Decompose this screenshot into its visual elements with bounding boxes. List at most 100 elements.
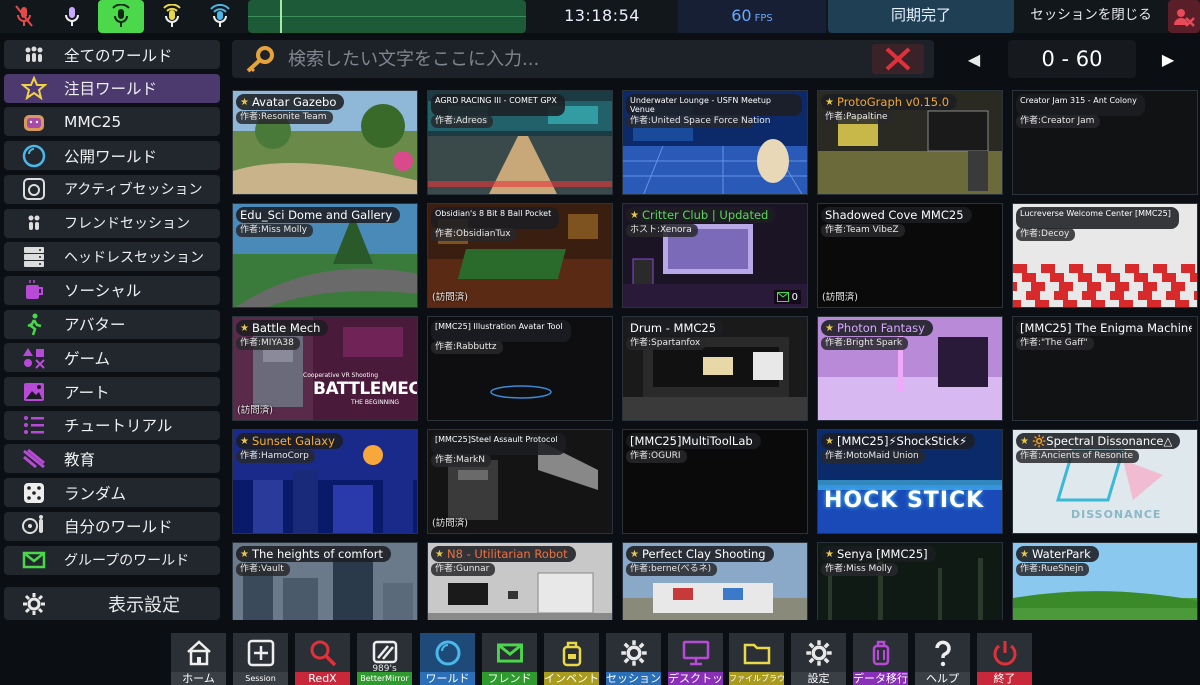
- world-tile[interactable]: [MMC25] The Enigma Machine 作者:"The Gaff": [1012, 316, 1198, 421]
- world-title: ★ 🔆Spectral Dissonance△: [1016, 433, 1181, 449]
- world-tile[interactable]: Lucreverse Welcome Center [MMC25] 作者:Deco…: [1012, 203, 1198, 308]
- sidebar-item-label: 全てのワールド: [64, 46, 173, 65]
- sidebar-item[interactable]: アート: [4, 377, 220, 406]
- world-title-text: Creator Jam 315 - Ant Colony: [1020, 96, 1137, 105]
- world-tile[interactable]: ★ N8 - Utilitarian Robot 作者:Gunnar: [427, 542, 613, 620]
- world-title-text: [MMC25] The Enigma Machine: [1020, 321, 1192, 335]
- world-tile[interactable]: Edu_Sci Dome and Gallery 作者:Miss Molly: [232, 203, 418, 308]
- sidebar-item[interactable]: 教育: [4, 444, 220, 474]
- featured-star-icon: ★: [825, 435, 834, 447]
- world-title-text: Sunset Galaxy: [251, 434, 335, 448]
- world-title: ★ [MMC25]⚡ShockStick⚡: [821, 433, 976, 449]
- world-tile[interactable]: AGRD RACING III - COMET GPX 作者:Adreos: [427, 90, 613, 195]
- dock-button[interactable]: ワールド: [420, 633, 475, 685]
- world-tile[interactable]: ★ ProtoGraph v0.15.0 作者:Papaltine: [817, 90, 1003, 195]
- question-icon: [915, 635, 970, 671]
- world-tile[interactable]: ★ Critter Club | Updated ホスト:Xenora 0: [622, 203, 808, 308]
- world-tile[interactable]: ★ Photon Fantasy 作者:Bright Spark: [817, 316, 1003, 421]
- world-tile[interactable]: ★ Sunset Galaxy 作者:HamoCorp: [232, 429, 418, 534]
- education-icon: [4, 444, 64, 473]
- dock-label: ヘルプ: [915, 672, 970, 685]
- dock-button[interactable]: デスクトップ: [668, 633, 723, 685]
- world-tile[interactable]: Obsidian's 8 Bit 8 Ball Pocket 作者:Obsidia…: [427, 203, 613, 308]
- sidebar-item-label: 注目ワールド: [64, 80, 158, 99]
- display-settings-button[interactable]: 表示設定: [4, 587, 220, 620]
- world-tile[interactable]: [MMC25]MultiToolLab 作者:OGURI: [622, 429, 808, 534]
- mic-always-on-icon[interactable]: [150, 0, 194, 33]
- sidebar-item[interactable]: グループのワールド: [4, 545, 220, 575]
- mic-push-to-talk-icon[interactable]: [50, 0, 94, 33]
- world-author: 作者:Vault: [236, 563, 290, 576]
- sidebar-item[interactable]: ヘッドレスセッション: [4, 242, 220, 272]
- dock-label: フレンド: [482, 672, 537, 685]
- sidebar-item[interactable]: 自分のワールド: [4, 511, 220, 541]
- next-page-button[interactable]: ▶: [1140, 40, 1196, 78]
- world-title: ★ WaterPark: [1016, 546, 1099, 562]
- plus-box-icon: [233, 635, 288, 671]
- dock-button[interactable]: ヘルプ: [915, 633, 970, 685]
- sidebar-item[interactable]: ゲーム: [4, 343, 220, 373]
- world-tile[interactable]: Shadowed Cove MMC25 作者:Team VibeZ (訪問済): [817, 203, 1003, 308]
- visited-label: (訪問済): [432, 518, 468, 529]
- mic-active-icon[interactable]: [98, 0, 144, 33]
- world-title-text: [MMC25]⚡ShockStick⚡: [836, 434, 968, 448]
- sidebar-item[interactable]: MMC25: [4, 107, 220, 137]
- dock-button[interactable]: 設定: [791, 633, 846, 685]
- world-tile[interactable]: ★ Avatar Gazebo 作者:Resonite Team: [232, 90, 418, 195]
- people-icon: [4, 40, 64, 69]
- dock-label: ホーム: [171, 672, 226, 685]
- luggage-icon: [853, 635, 908, 671]
- world-title-text: ProtoGraph v0.15.0: [836, 95, 950, 109]
- world-tile[interactable]: Drum - MMC25 作者:Spartanfox: [622, 316, 808, 421]
- mic-broadcast-icon[interactable]: [198, 0, 242, 33]
- world-tile[interactable]: [MMC25] Illustration Avatar Tool 作者:Rabbu…: [427, 316, 613, 421]
- dock-button[interactable]: セッション: [606, 633, 661, 685]
- world-author: 作者:Adreos: [431, 115, 493, 128]
- dock-button[interactable]: 989's BetterMirror: [357, 633, 412, 685]
- world-circle-icon: [420, 635, 475, 671]
- dock-button[interactable]: フレンド: [482, 633, 537, 685]
- world-tile[interactable]: Cooperative VR ShootingBATTLEMECHTHE BEG…: [232, 316, 418, 421]
- dock-button[interactable]: インベントリ: [544, 633, 599, 685]
- mic-muted-icon[interactable]: [2, 0, 46, 33]
- world-tile[interactable]: ★ WaterPark 作者:RueShejn: [1012, 542, 1198, 620]
- exit-session-icon[interactable]: [1168, 0, 1200, 33]
- world-tile[interactable]: DISSONANCE ★ 🔆Spectral Dissonance△ 作者:Ancie…: [1012, 429, 1198, 534]
- sidebar-item[interactable]: アクティブセッション: [4, 174, 220, 204]
- world-tile[interactable]: ★ Senya [MMC25] 作者:Miss Molly: [817, 542, 1003, 620]
- dock-button[interactable]: ホーム: [171, 633, 226, 685]
- dock-button[interactable]: 終了: [977, 633, 1032, 685]
- featured-star-icon: ★: [825, 548, 834, 560]
- world-author: 作者:Miss Molly: [821, 563, 899, 576]
- dock-button[interactable]: RedX: [295, 633, 350, 685]
- world-title: ★ N8 - Utilitarian Robot: [431, 546, 576, 562]
- sidebar-item[interactable]: アバター: [4, 309, 220, 339]
- sidebar-item[interactable]: フレンドセッション: [4, 208, 220, 238]
- world-tile[interactable]: [MMC25]Steel Assault Protocol 作者:MarkN (訪問…: [427, 429, 613, 534]
- dock-button[interactable]: ファイルブラウザ: [729, 633, 784, 685]
- world-author: 作者:Gunnar: [431, 563, 496, 576]
- close-session-button[interactable]: セッションを閉じる: [1016, 0, 1166, 33]
- voice-waveform: [248, 0, 526, 33]
- prev-page-button[interactable]: ◀: [944, 40, 1004, 78]
- world-author: 作者:Team VibeZ: [821, 224, 905, 237]
- sidebar-item[interactable]: ランダム: [4, 478, 220, 508]
- world-tile[interactable]: ★ The heights of comfort 作者:Vault: [232, 542, 418, 620]
- world-tile[interactable]: HOCK STICK ★ [MMC25]⚡ShockStick⚡ 作者:MotoMai…: [817, 429, 1003, 534]
- search-input[interactable]: [288, 44, 848, 74]
- clear-search-button[interactable]: [872, 44, 924, 74]
- sidebar-item[interactable]: チュートリアル: [4, 410, 220, 440]
- sidebar-item[interactable]: ソーシャル: [4, 275, 220, 305]
- world-tile[interactable]: Creator Jam 315 - Ant Colony 作者:Creator J…: [1012, 90, 1198, 195]
- world-title-text: AGRD RACING III - COMET GPX: [435, 96, 557, 105]
- my-worlds-icon: [4, 512, 64, 541]
- sidebar-item[interactable]: 全てのワールド: [4, 40, 220, 69]
- world-title-text: Edu_Sci Dome and Gallery: [240, 208, 393, 222]
- sidebar-item[interactable]: 注目ワールド: [4, 73, 220, 103]
- dock-button[interactable]: Session: [233, 633, 288, 685]
- world-tile[interactable]: Underwater Lounge - USFN Meetup Venue 作者:…: [622, 90, 808, 195]
- dock-button[interactable]: データ移行: [853, 633, 908, 685]
- world-tile[interactable]: ★ Perfect Clay Shooting 作者:berne(べるネ): [622, 542, 808, 620]
- sidebar-item[interactable]: 公開ワールド: [4, 141, 220, 171]
- world-author: 作者:ObsidianTux: [431, 228, 517, 241]
